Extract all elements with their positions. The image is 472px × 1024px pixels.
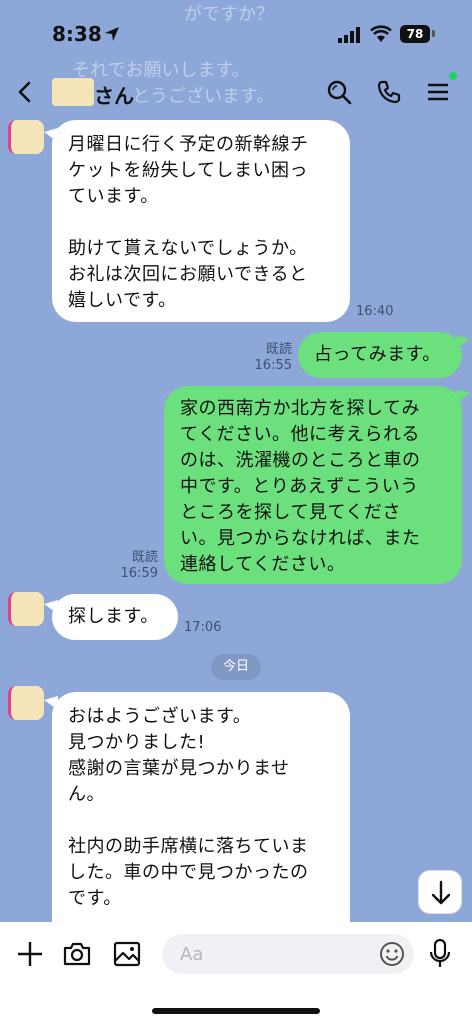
- chat-header: さん: [0, 70, 472, 114]
- menu-icon[interactable]: [426, 80, 450, 104]
- search-icon[interactable]: [326, 79, 352, 105]
- message-time: 16:55: [254, 358, 292, 373]
- location-arrow-icon: [105, 27, 119, 41]
- notification-dot: [449, 72, 457, 80]
- sender-avatar[interactable]: [8, 592, 44, 626]
- image-icon[interactable]: [112, 940, 142, 968]
- microphone-icon[interactable]: [428, 938, 452, 970]
- read-receipt: 既読: [265, 342, 292, 357]
- wifi-icon: [370, 25, 392, 42]
- contact-name-redacted: [52, 78, 94, 106]
- back-chevron-icon[interactable]: [14, 80, 36, 104]
- battery-indicator: 78: [400, 25, 430, 43]
- contact-name[interactable]: さん: [94, 80, 134, 109]
- message-time: 17:06: [184, 620, 222, 635]
- message-time: 16:59: [120, 566, 158, 581]
- scroll-to-bottom-button[interactable]: [418, 870, 462, 914]
- message-input-bar: [0, 922, 472, 1024]
- emoji-icon[interactable]: [379, 941, 405, 967]
- signal-icon: [338, 27, 360, 43]
- sender-avatar[interactable]: [8, 686, 44, 720]
- date-separator: 今日: [211, 654, 261, 680]
- home-indicator: [152, 1008, 320, 1014]
- message-time: 16:40: [356, 304, 394, 319]
- message-bubble-incoming[interactable]: おはようございます。 見つかりました! 感謝の言葉が見つかりませ ん。 社内の助…: [52, 692, 350, 942]
- status-time: 8:38: [52, 22, 102, 46]
- ghost-text-1: がですか？: [184, 4, 274, 25]
- phone-icon[interactable]: [376, 79, 402, 105]
- message-input[interactable]: [162, 934, 414, 974]
- sender-avatar[interactable]: [8, 120, 44, 154]
- bubble-tail: [456, 336, 470, 350]
- plus-icon[interactable]: [16, 940, 44, 968]
- message-bubble-incoming[interactable]: 探します。: [52, 594, 178, 640]
- camera-icon[interactable]: [62, 940, 92, 968]
- arrow-down-icon: [431, 880, 451, 905]
- bubble-tail: [456, 390, 470, 404]
- message-bubble-outgoing[interactable]: 占ってみます。: [298, 332, 462, 378]
- battery-tip: [432, 30, 435, 37]
- message-bubble-incoming[interactable]: 月曜日に行く予定の新幹線チ ケットを紛失してしまい困っ ています。 助けて貰えな…: [52, 120, 350, 322]
- message-bubble-outgoing[interactable]: 家の西南方か北方を探してみ てください。他に考えられる のは、洗濯機のところと車…: [164, 386, 462, 584]
- read-receipt: 既読: [131, 550, 158, 565]
